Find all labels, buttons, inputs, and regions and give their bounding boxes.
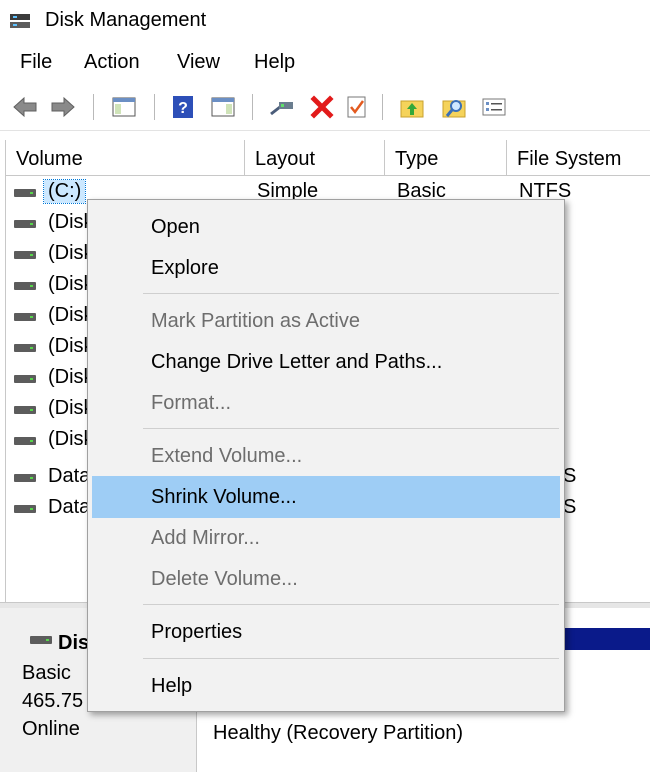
help-icon[interactable]: ? <box>169 93 197 121</box>
disk-status: Online <box>22 718 80 740</box>
column-label: Type <box>395 148 439 170</box>
properties-icon[interactable] <box>343 93 371 121</box>
drive-icon <box>14 251 36 259</box>
column-header-file-system[interactable]: File System <box>507 140 650 176</box>
drive-icon <box>14 505 36 513</box>
menu-item-delete-volume[interactable]: Delete Volume... <box>92 558 560 600</box>
menu-item-shrink-volume[interactable]: Shrink Volume... <box>92 476 560 518</box>
disk-icon <box>30 636 52 644</box>
menu-item-label: Open <box>151 216 200 238</box>
menu-item-label: Add Mirror... <box>151 527 260 549</box>
svg-text:?: ? <box>178 100 188 117</box>
file-system-cell: S <box>563 465 577 487</box>
menu-action[interactable]: Action <box>84 51 140 74</box>
menu-item-format[interactable]: Format... <box>92 382 560 424</box>
column-header-volume[interactable]: Volume <box>6 140 245 176</box>
menu-help[interactable]: Help <box>254 51 295 74</box>
column-label: Layout <box>255 148 316 170</box>
menu-item-label: Change Drive Letter and Paths... <box>151 351 443 373</box>
menu-bar: File Action View Help <box>0 44 650 84</box>
up-folder-icon[interactable] <box>398 93 426 121</box>
menu-item-label: Properties <box>151 621 243 643</box>
drive-icon <box>14 375 36 383</box>
connect-icon[interactable] <box>268 93 296 121</box>
toolbar-separator <box>382 94 383 120</box>
toolbar-separator <box>154 94 155 120</box>
drive-icon <box>14 406 36 414</box>
column-header-layout[interactable]: Layout <box>245 140 385 176</box>
toolbar-separator <box>93 94 94 120</box>
menu-separator <box>143 604 559 605</box>
back-arrow-icon[interactable] <box>11 93 39 121</box>
forward-arrow-icon[interactable] <box>49 93 77 121</box>
menu-file[interactable]: File <box>20 51 52 74</box>
drive-icon <box>14 220 36 228</box>
menu-item-change-drive-letter[interactable]: Change Drive Letter and Paths... <box>92 341 560 383</box>
toolbar-separator <box>252 94 253 120</box>
title-bar: Disk Management <box>0 0 650 44</box>
volume-name: (C:) <box>42 179 87 204</box>
menu-separator <box>143 293 559 294</box>
window-title: Disk Management <box>45 9 207 31</box>
drive-icon <box>14 344 36 352</box>
menu-item-open[interactable]: Open <box>92 206 560 248</box>
menu-view[interactable]: View <box>177 51 220 74</box>
column-header-type[interactable]: Type <box>385 140 507 176</box>
menu-item-label: Mark Partition as Active <box>151 310 360 332</box>
menu-item-explore[interactable]: Explore <box>92 247 560 289</box>
column-label: Volume <box>16 148 83 170</box>
partition-status: Healthy (Recovery Partition) <box>213 722 464 744</box>
menu-item-label: Help <box>151 675 193 697</box>
menu-item-label: Extend Volume... <box>151 445 303 467</box>
file-system-cell: S <box>563 496 577 518</box>
console-tree-icon[interactable] <box>110 93 138 121</box>
delete-icon[interactable] <box>308 93 336 121</box>
disk-label: Dis <box>58 632 90 654</box>
menu-separator <box>143 428 559 429</box>
drive-icon <box>14 474 36 482</box>
menu-item-help[interactable]: Help <box>92 665 560 707</box>
menu-item-label: Shrink Volume... <box>151 486 297 508</box>
menu-item-add-mirror[interactable]: Add Mirror... <box>92 517 560 559</box>
menu-item-mark-partition-active[interactable]: Mark Partition as Active <box>92 300 560 342</box>
context-menu: Open Explore Mark Partition as Active Ch… <box>87 199 565 712</box>
show-action-pane-icon[interactable] <box>209 93 237 121</box>
drive-icon <box>14 313 36 321</box>
column-label: File System <box>517 148 622 170</box>
menu-item-label: Delete Volume... <box>151 568 298 590</box>
drive-icon <box>14 282 36 290</box>
list-icon[interactable] <box>480 93 508 121</box>
disk-type: Basic <box>22 662 71 684</box>
drive-icon <box>14 189 36 197</box>
menu-item-properties[interactable]: Properties <box>92 611 560 653</box>
menu-separator <box>143 658 559 659</box>
search-icon[interactable] <box>440 93 468 121</box>
menu-item-label: Explore <box>151 257 219 279</box>
toolbar: ? <box>0 84 650 131</box>
drive-icon <box>14 437 36 445</box>
menu-item-label: Format... <box>151 392 232 414</box>
menu-item-extend-volume[interactable]: Extend Volume... <box>92 435 560 477</box>
disk-management-icon <box>10 14 30 28</box>
disk-size: 465.75 <box>22 690 84 712</box>
